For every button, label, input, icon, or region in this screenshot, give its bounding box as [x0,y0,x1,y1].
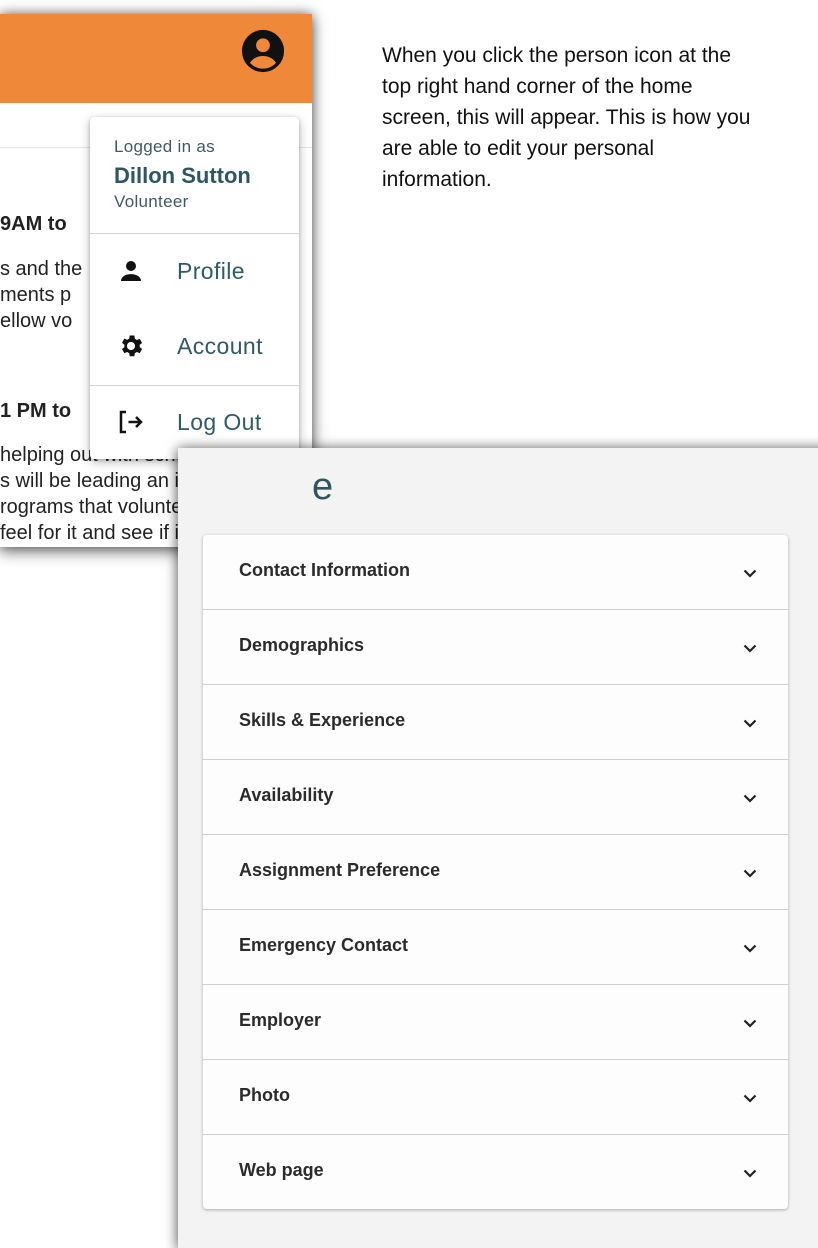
section-assignment-preference[interactable]: Assignment Preference [203,835,788,910]
chevron-down-icon [743,944,757,953]
chevron-down-icon [743,1019,757,1028]
chevron-down-icon [743,719,757,728]
section-contact-information[interactable]: Contact Information [203,535,788,610]
menu-item-label: Log Out [177,408,262,435]
section-skills-experience[interactable]: Skills & Experience [203,685,788,760]
section-label: Web page [239,1160,324,1180]
account-circle-button[interactable] [238,26,288,76]
section-label: Emergency Contact [239,935,409,955]
menu-item-profile[interactable]: Profile [90,241,299,301]
page-title: e [312,466,334,508]
section-web-page[interactable]: Web page [203,1135,788,1209]
chevron-down-icon [743,1094,757,1103]
chevron-down-icon [743,1169,757,1178]
event-description-line: s will be leading an in [0,470,191,492]
logout-icon [116,407,146,437]
app-bar [0,14,312,103]
profile-screen-screenshot: e Contact Information Demographics Skill… [178,448,818,1248]
menu-item-account[interactable]: Account [90,316,299,376]
menu-item-logout[interactable]: Log Out [90,392,299,452]
section-label: Employer [239,1010,322,1030]
user-menu-header: Logged in as Dillon Sutton Volunteer [114,137,251,212]
chevron-down-icon [743,644,757,653]
user-menu: Logged in as Dillon Sutton Volunteer Pro… [90,117,299,459]
section-label: Assignment Preference [239,860,441,880]
menu-divider [90,233,299,234]
gear-icon [116,331,146,361]
section-demographics[interactable]: Demographics [203,610,788,685]
section-emergency-contact[interactable]: Emergency Contact [203,910,788,985]
event-description-line: s and the [0,258,83,280]
logged-in-label: Logged in as [114,137,215,156]
menu-item-label: Profile [177,257,245,284]
user-role: Volunteer [114,192,189,211]
event-description-line: feel for it and see if it's [0,522,199,544]
chevron-down-icon [743,794,757,803]
account-circle-icon [241,29,285,73]
event-time: 1 PM to [0,400,72,422]
section-availability[interactable]: Availability [203,760,788,835]
person-icon [116,256,146,286]
instruction-note: When you click the person icon at the to… [382,44,751,191]
section-label: Demographics [239,635,365,655]
chevron-down-icon [743,569,757,578]
section-employer[interactable]: Employer [203,985,788,1060]
chevron-down-icon [743,869,757,878]
section-label: Contact Information [239,560,410,580]
section-label: Skills & Experience [239,710,406,730]
menu-item-label: Account [177,332,263,359]
profile-sections: Contact Information Demographics Skills … [203,535,788,1209]
user-name: Dillon Sutton [114,163,251,188]
section-label: Availability [239,785,334,805]
event-time: 9AM to [0,213,67,235]
event-description-line: ellow vo [0,310,73,332]
event-description-line: ments p [0,284,72,306]
section-photo[interactable]: Photo [203,1060,788,1135]
section-label: Photo [239,1085,290,1105]
menu-divider [90,385,299,386]
